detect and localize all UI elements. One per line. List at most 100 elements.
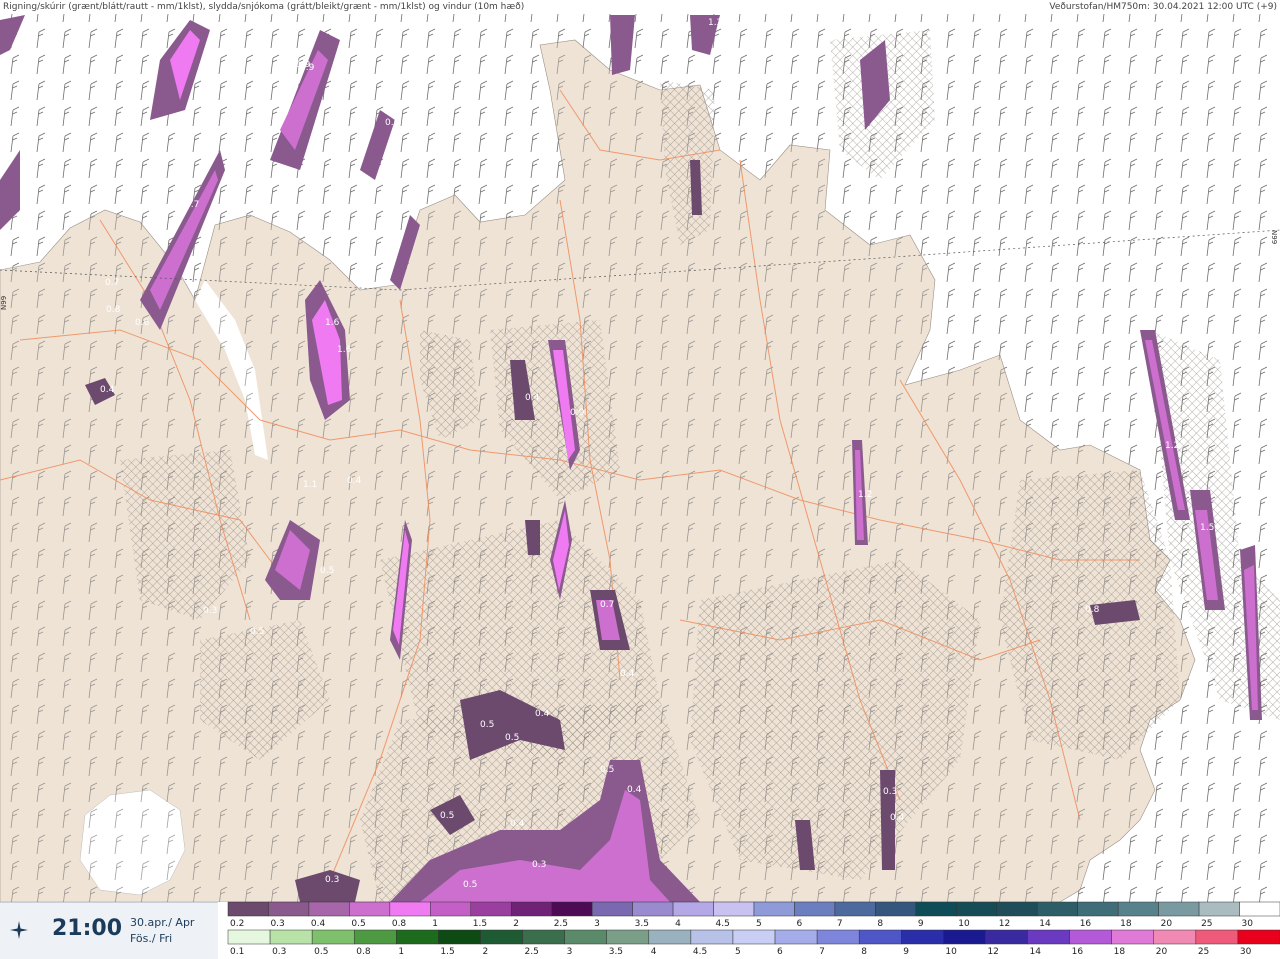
legend-label: 8	[861, 947, 867, 957]
precip-value-label: 0.6	[385, 118, 400, 128]
legend-label: 20	[1161, 919, 1173, 929]
legend-swatch	[1239, 901, 1280, 917]
legend-swatch	[308, 901, 350, 917]
precip-value-label: 0.7	[600, 600, 614, 610]
run-info: Veðurstofan/HM750m: 30.04.2021 12:00 UTC…	[1049, 2, 1277, 12]
precip-value-label: 0.4	[418, 128, 433, 138]
legend-swatch	[648, 929, 692, 945]
precip-value-label: 1.1	[303, 480, 317, 490]
legend-label: 30	[1242, 919, 1254, 929]
legend-swatch	[915, 901, 957, 917]
precip-value-label: 0.7	[185, 200, 199, 210]
legend-swatch	[1158, 901, 1200, 917]
legend-swatch	[875, 901, 917, 917]
legend-swatch	[1036, 901, 1078, 917]
legend-swatch	[1117, 901, 1159, 917]
legend-label: 3	[567, 947, 573, 957]
legend-label: 0.5	[351, 919, 365, 929]
precip-value-label: 0.4	[890, 813, 905, 823]
legend-swatch	[956, 901, 998, 917]
precip-value-label: 0.4	[620, 669, 635, 679]
legend-swatch	[1111, 929, 1155, 945]
precip-value-label: 0.5	[480, 720, 494, 730]
precip-value-label: 0.3	[883, 787, 897, 797]
legend-label: 1	[432, 919, 438, 929]
forecast-date: 30.apr./ Apr	[130, 916, 195, 929]
legend-swatch	[227, 929, 271, 945]
precip-value-label: 0.3	[532, 860, 546, 870]
legend-swatch	[1027, 929, 1070, 945]
latitude-label-left: N99	[0, 296, 8, 310]
precip-value-label: 0.4	[347, 476, 362, 486]
precip-value-label: 0.9	[570, 408, 585, 418]
legend-label: 5	[735, 947, 741, 957]
legend-label: 2.5	[525, 947, 539, 957]
legend-label: 6	[777, 947, 783, 957]
legend-label: 7	[819, 947, 825, 957]
legend-swatch	[564, 929, 607, 945]
legend-label: 0.1	[230, 947, 244, 957]
legend-label: 1.5	[473, 919, 487, 929]
legend-swatch	[1198, 901, 1240, 917]
legend-swatch	[858, 929, 902, 945]
legend-label: 4	[651, 947, 657, 957]
precip-value-label: 0.5	[320, 566, 334, 576]
legend-label: 0.3	[270, 919, 284, 929]
legend-swatch	[672, 901, 714, 917]
legend-swatch	[794, 901, 836, 917]
precip-value-label: 1.2	[708, 18, 722, 28]
legend-label: 9	[903, 947, 909, 957]
precip-value-label: 0.7	[105, 278, 119, 288]
legend-label: 12	[987, 947, 998, 957]
legend-swatch	[438, 929, 481, 945]
precip-value-label: 0.5	[505, 733, 519, 743]
precip-value-label: 0.3	[203, 606, 217, 616]
legend-label: 16	[1080, 919, 1092, 929]
legend-label: 16	[1072, 947, 1084, 957]
legend-swatch	[943, 929, 986, 945]
precip-value-label: 0.4	[627, 785, 642, 795]
legend-swatch	[1195, 929, 1239, 945]
precip-value-label: 0.4	[525, 393, 540, 403]
precip-value-label: 0.4	[100, 385, 115, 395]
precip-value-label: 0.8	[106, 305, 121, 315]
legend-label: 30	[1240, 947, 1252, 957]
legend-swatch	[632, 901, 674, 917]
legend-label: 18	[1114, 947, 1126, 957]
legend-swatch	[1153, 929, 1197, 945]
legend-label: 4	[675, 919, 681, 929]
legend-label: 25	[1198, 947, 1209, 957]
legend-label: 10	[945, 947, 957, 957]
legend-swatch	[268, 901, 310, 917]
legend-label: 8	[877, 919, 883, 929]
legend-swatch	[311, 929, 355, 945]
legend-label: 9	[918, 919, 924, 929]
legend-swatch	[690, 929, 734, 945]
legend-label: 14	[1039, 919, 1051, 929]
legend-swatch	[713, 901, 755, 917]
legend-label: 0.8	[356, 947, 371, 957]
precip-value-label: 0.3	[325, 875, 339, 885]
legend-swatch	[389, 901, 431, 917]
legend-swatch	[1237, 929, 1280, 945]
precip-value-label: 1.2	[1165, 441, 1179, 451]
legend-label: 2	[482, 947, 488, 957]
legend-swatch	[430, 901, 472, 917]
precip-value-label: 0.5	[600, 765, 614, 775]
forecast-time: 21:00	[52, 916, 123, 941]
legend-label: 14	[1030, 947, 1042, 957]
legend-label: 4.5	[716, 919, 730, 929]
legend-label: 2	[513, 919, 519, 929]
legend-swatch	[774, 929, 818, 945]
legend-label: 2.5	[554, 919, 568, 929]
legend-swatch	[510, 901, 552, 917]
time-panel: 21:00 30.apr./ Apr Fös./ Fri	[0, 902, 218, 959]
legend-label: 5	[756, 919, 762, 929]
legend-label: 0.2	[230, 919, 244, 929]
legend-label: 0.4	[311, 919, 326, 929]
precip-value-label: 0.6	[135, 318, 150, 328]
legend-label: 10	[958, 919, 970, 929]
legend-label: 1	[398, 947, 404, 957]
legend-label: 1.5	[440, 947, 454, 957]
precip-value-label: 0.5	[250, 627, 264, 637]
